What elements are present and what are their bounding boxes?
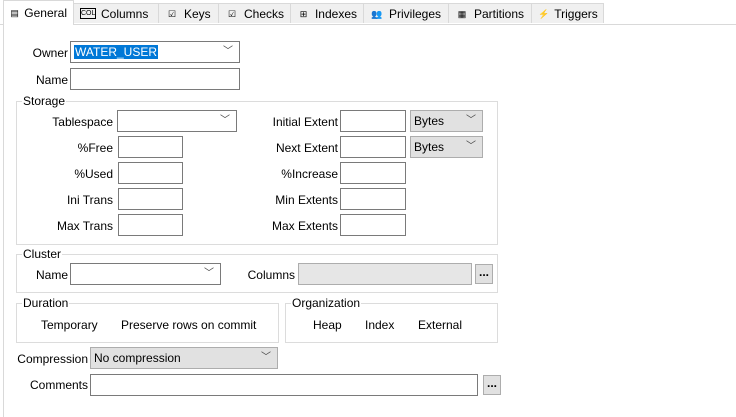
chevron-down-icon: ﹀ bbox=[204, 268, 214, 279]
form-icon: ▤ bbox=[10, 8, 19, 18]
grid-icon: ▦ bbox=[457, 8, 467, 19]
increase-label: %Increase bbox=[281, 167, 338, 181]
free-label: %Free bbox=[77, 141, 113, 155]
index-option[interactable]: Index bbox=[365, 318, 394, 332]
tab-privileges[interactable]: 👥 Privileges bbox=[363, 3, 449, 23]
chevron-down-icon: ﹀ bbox=[466, 115, 476, 126]
tab-triggers[interactable]: ⚡ Triggers bbox=[531, 3, 604, 23]
chevron-down-icon: ﹀ bbox=[220, 115, 230, 126]
comments-more-button[interactable]: ... bbox=[483, 375, 501, 395]
heap-option[interactable]: Heap bbox=[313, 318, 342, 332]
tablespace-select[interactable]: ﹀ bbox=[117, 110, 237, 132]
chevron-down-icon: ﹀ bbox=[261, 352, 271, 363]
tab-general[interactable]: ▤ General bbox=[3, 0, 74, 25]
tab-checks[interactable]: ☑ Checks bbox=[218, 3, 291, 23]
external-option[interactable]: External bbox=[418, 318, 462, 332]
next-extent-input[interactable] bbox=[340, 136, 406, 158]
compression-select[interactable]: No compression ﹀ bbox=[90, 347, 278, 369]
comments-label: Comments bbox=[29, 378, 88, 392]
max-trans-input[interactable] bbox=[118, 214, 183, 236]
tab-columns[interactable]: COL Columns bbox=[73, 3, 159, 23]
compression-label: Compression bbox=[17, 352, 88, 366]
chevron-down-icon: ﹀ bbox=[223, 46, 233, 57]
free-input[interactable] bbox=[118, 136, 183, 158]
key-check-icon: ☑ bbox=[167, 8, 177, 19]
name-label: Name bbox=[35, 73, 68, 87]
max-extents-input[interactable] bbox=[340, 214, 406, 236]
owner-label: Owner bbox=[32, 46, 68, 60]
initial-extent-input[interactable] bbox=[340, 110, 406, 132]
cluster-columns-more-button[interactable]: ... bbox=[475, 264, 493, 284]
col-icon: COL bbox=[80, 8, 96, 19]
initial-extent-label: Initial Extent bbox=[272, 115, 338, 129]
check-icon: ☑ bbox=[227, 8, 237, 19]
min-extents-input[interactable] bbox=[340, 188, 406, 210]
tablespace-label: Tablespace bbox=[52, 115, 113, 129]
tab-keys[interactable]: ☑ Keys bbox=[158, 3, 219, 23]
max-trans-label: Max Trans bbox=[56, 219, 113, 233]
users-icon: 👥 bbox=[371, 8, 383, 19]
cluster-name-label: Name bbox=[35, 268, 68, 282]
temporary-option[interactable]: Temporary bbox=[41, 318, 98, 332]
chevron-down-icon: ﹀ bbox=[466, 141, 476, 152]
cluster-legend: Cluster bbox=[22, 247, 63, 261]
min-extents-label: Min Extents bbox=[275, 193, 338, 207]
cluster-columns-input[interactable] bbox=[298, 263, 472, 285]
panel-border bbox=[3, 24, 4, 417]
tab-bar: ▤ General COL Columns ☑ Keys ☑ Checks ⊞ Index… bbox=[0, 0, 736, 25]
ini-trans-label: Ini Trans bbox=[66, 193, 113, 207]
index-tree-icon: ⊞ bbox=[299, 8, 308, 19]
organization-legend: Organization bbox=[291, 296, 362, 310]
used-label: %Used bbox=[74, 167, 113, 181]
increase-input[interactable] bbox=[340, 162, 406, 184]
used-input[interactable] bbox=[118, 162, 183, 184]
next-unit-select[interactable]: Bytes ﹀ bbox=[410, 136, 483, 158]
name-input[interactable] bbox=[70, 68, 240, 90]
initial-unit-select[interactable]: Bytes ﹀ bbox=[410, 110, 483, 132]
max-extents-label: Max Extents bbox=[271, 219, 338, 233]
tab-partitions[interactable]: ▦ Partitions bbox=[448, 3, 532, 23]
storage-legend: Storage bbox=[22, 94, 67, 108]
owner-select[interactable]: WATER_USER ﹀ bbox=[70, 41, 240, 63]
cluster-name-select[interactable]: ﹀ bbox=[70, 263, 221, 285]
comments-input[interactable] bbox=[90, 374, 478, 396]
tab-indexes[interactable]: ⊞ Indexes bbox=[290, 3, 364, 23]
next-extent-label: Next Extent bbox=[275, 141, 338, 155]
trigger-icon: ⚡ bbox=[538, 8, 550, 19]
preserve-rows-option[interactable]: Preserve rows on commit bbox=[121, 318, 256, 332]
duration-legend: Duration bbox=[22, 296, 70, 310]
ini-trans-input[interactable] bbox=[118, 188, 183, 210]
cluster-columns-label: Columns bbox=[247, 268, 295, 282]
